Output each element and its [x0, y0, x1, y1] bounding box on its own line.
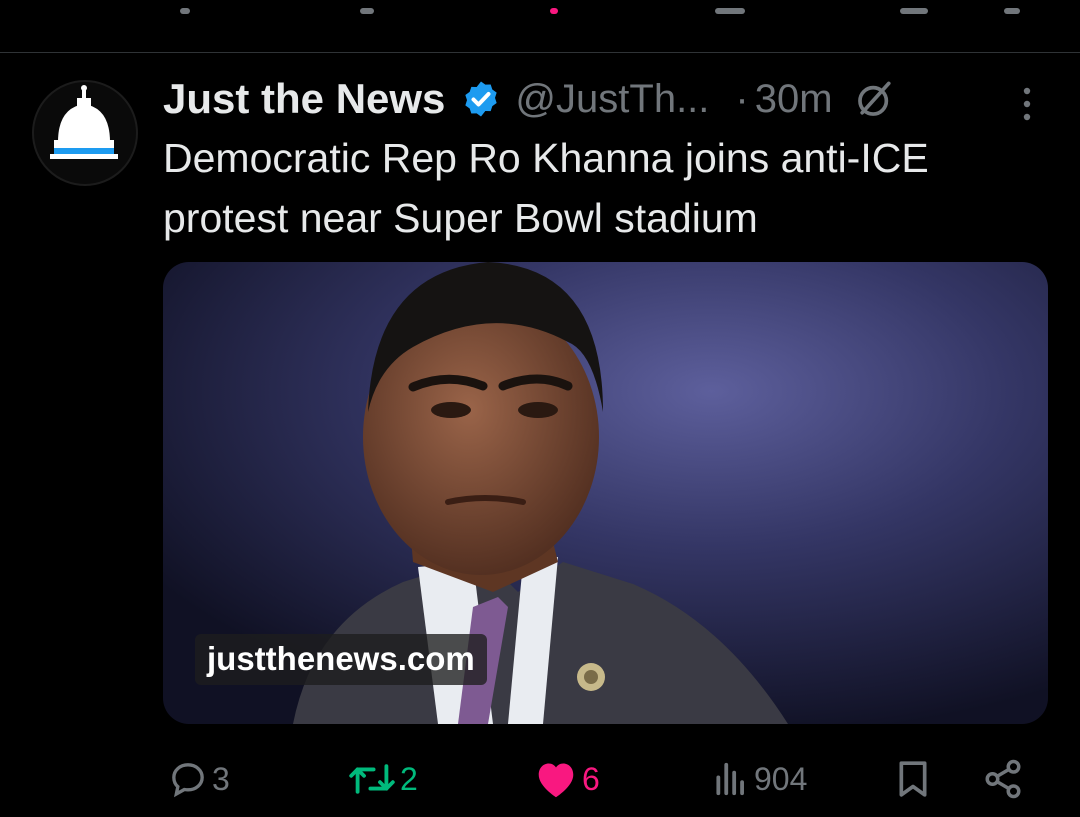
bookmark-button[interactable] — [893, 756, 933, 802]
author-name[interactable]: Just the News — [163, 75, 445, 123]
grok-icon[interactable] — [853, 77, 897, 121]
heart-icon — [538, 763, 574, 798]
like-count: 6 — [582, 760, 600, 797]
repost-button[interactable]: 2 — [348, 756, 418, 802]
views-icon — [716, 762, 744, 796]
repost-count: 2 — [400, 760, 418, 797]
post-divider — [0, 52, 1080, 53]
post-header: Just the News @JustTh... · 30m — [163, 72, 897, 126]
prev-repost-icon — [360, 8, 374, 14]
reply-count: 3 — [212, 760, 230, 797]
repost-icon — [349, 764, 395, 794]
prev-bookmark-icon — [900, 8, 928, 14]
more-icon[interactable] — [1010, 84, 1044, 124]
capitol-dome-icon — [50, 85, 118, 159]
view-count: 904 — [754, 760, 808, 797]
author-handle[interactable]: @JustTh... — [515, 77, 709, 122]
link-source-label: justthenews.com — [195, 634, 487, 685]
post-timestamp[interactable]: 30m — [755, 77, 833, 122]
bookmark-icon — [899, 761, 927, 797]
previous-post-actions — [0, 0, 1080, 24]
prev-reply-icon — [180, 8, 190, 14]
prev-views-icon — [715, 8, 745, 14]
verified-badge-icon — [465, 81, 498, 117]
reply-button[interactable]: 3 — [168, 756, 230, 802]
separator-dot: · — [735, 76, 749, 121]
prev-share-icon — [1004, 8, 1020, 14]
author-avatar[interactable] — [32, 80, 138, 186]
share-button[interactable] — [982, 756, 1024, 802]
post-text: Democratic Rep Ro Khanna joins anti-ICE … — [163, 135, 929, 241]
like-button[interactable]: 6 — [534, 756, 600, 802]
link-card-media[interactable]: justthenews.com — [163, 262, 1048, 724]
views-button[interactable]: 904 — [712, 756, 807, 802]
prev-heart-icon — [550, 8, 558, 14]
share-icon — [985, 759, 1021, 799]
reply-icon — [172, 763, 204, 798]
